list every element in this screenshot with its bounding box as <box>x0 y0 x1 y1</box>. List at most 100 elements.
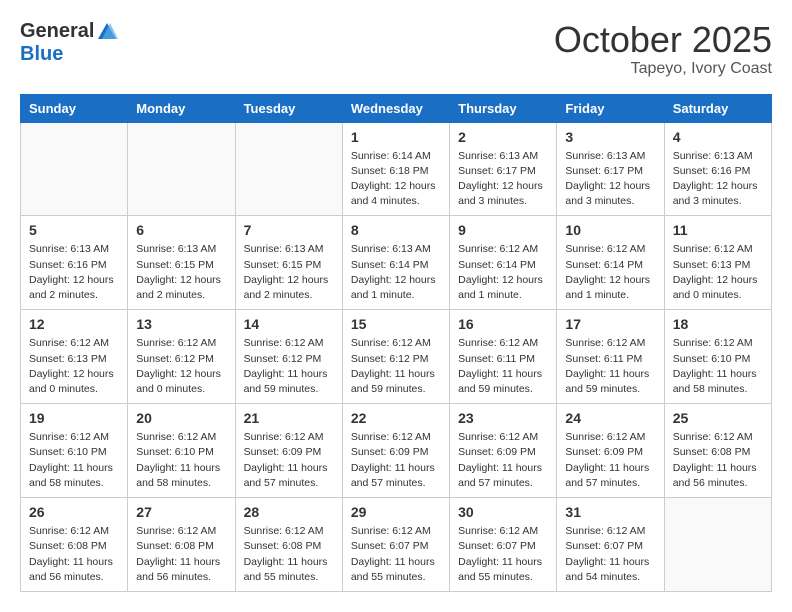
calendar-cell: 4Sunrise: 6:13 AM Sunset: 6:16 PM Daylig… <box>664 122 771 216</box>
day-number: 29 <box>351 504 441 520</box>
calendar-cell: 16 Sunrise: 6:12 AM Sunset: 6:11 PM Dayli… <box>450 310 557 404</box>
calendar-cell: 25Sunrise: 6:12 AM Sunset: 6:08 PM Dayli… <box>664 404 771 498</box>
day-info: Sunrise: 6:12 AM Sunset: 6:08 PM Dayligh… <box>29 524 119 585</box>
calendar-cell: 26 Sunrise: 6:12 AM Sunset: 6:08 PM Dayli… <box>21 498 128 592</box>
day-info: Sunrise: 6:13 AM Sunset: 6:16 PM Dayligh… <box>29 242 119 303</box>
calendar-cell: 27 Sunrise: 6:12 AM Sunset: 6:08 PM Dayli… <box>128 498 235 592</box>
day-number: 27 <box>136 504 226 520</box>
day-info: Sunrise: 6:12 AM Sunset: 6:12 PM Dayligh… <box>136 336 226 397</box>
day-number: 21 <box>244 410 334 426</box>
day-number: 9 <box>458 222 548 238</box>
day-number: 1 <box>351 129 441 145</box>
logo-blue-text: Blue <box>20 43 63 66</box>
day-info: Sunrise: 6:12 AM Sunset: 6:11 PM Dayligh… <box>458 336 548 397</box>
calendar-cell: 29 Sunrise: 6:12 AM Sunset: 6:07 PM Dayli… <box>342 498 449 592</box>
day-number: 11 <box>673 222 763 238</box>
page-header: General Blue October 2025 Tapeyo, Ivory … <box>20 20 772 78</box>
day-number: 3 <box>565 129 655 145</box>
day-number: 16 <box>458 316 548 332</box>
calendar-cell: 3 Sunrise: 6:13 AM Sunset: 6:17 PM Daylig… <box>557 122 664 216</box>
day-info: Sunrise: 6:12 AM Sunset: 6:14 PM Dayligh… <box>565 242 655 303</box>
day-number: 15 <box>351 316 441 332</box>
calendar-week-3: 12Sunrise: 6:12 AM Sunset: 6:13 PM Dayli… <box>21 310 772 404</box>
header-wednesday: Wednesday <box>342 94 449 122</box>
calendar-cell: 28Sunrise: 6:12 AM Sunset: 6:08 PM Dayli… <box>235 498 342 592</box>
calendar-cell <box>128 122 235 216</box>
calendar-cell: 2 Sunrise: 6:13 AM Sunset: 6:17 PM Daylig… <box>450 122 557 216</box>
calendar-week-2: 5Sunrise: 6:13 AM Sunset: 6:16 PM Daylig… <box>21 216 772 310</box>
day-info: Sunrise: 6:12 AM Sunset: 6:14 PM Dayligh… <box>458 242 548 303</box>
calendar-week-4: 19 Sunrise: 6:12 AM Sunset: 6:10 PM Dayli… <box>21 404 772 498</box>
day-info: Sunrise: 6:13 AM Sunset: 6:14 PM Dayligh… <box>351 242 441 303</box>
day-info: Sunrise: 6:12 AM Sunset: 6:07 PM Dayligh… <box>351 524 441 585</box>
calendar-cell: 6 Sunrise: 6:13 AM Sunset: 6:15 PM Daylig… <box>128 216 235 310</box>
day-info: Sunrise: 6:12 AM Sunset: 6:09 PM Dayligh… <box>565 430 655 491</box>
calendar-cell: 20Sunrise: 6:12 AM Sunset: 6:10 PM Dayli… <box>128 404 235 498</box>
day-number: 8 <box>351 222 441 238</box>
day-info: Sunrise: 6:13 AM Sunset: 6:17 PM Dayligh… <box>458 149 548 210</box>
calendar-cell: 18Sunrise: 6:12 AM Sunset: 6:10 PM Dayli… <box>664 310 771 404</box>
calendar-cell: 11Sunrise: 6:12 AM Sunset: 6:13 PM Dayli… <box>664 216 771 310</box>
day-number: 17 <box>565 316 655 332</box>
logo-icon <box>96 21 118 43</box>
calendar-cell: 24 Sunrise: 6:12 AM Sunset: 6:09 PM Dayli… <box>557 404 664 498</box>
calendar-cell: 31Sunrise: 6:12 AM Sunset: 6:07 PM Dayli… <box>557 498 664 592</box>
day-number: 13 <box>136 316 226 332</box>
day-number: 7 <box>244 222 334 238</box>
day-number: 20 <box>136 410 226 426</box>
calendar-cell: 10 Sunrise: 6:12 AM Sunset: 6:14 PM Dayli… <box>557 216 664 310</box>
calendar-cell: 13 Sunrise: 6:12 AM Sunset: 6:12 PM Dayli… <box>128 310 235 404</box>
logo: General Blue <box>20 20 118 66</box>
header-friday: Friday <box>557 94 664 122</box>
day-number: 4 <box>673 129 763 145</box>
header-sunday: Sunday <box>21 94 128 122</box>
day-number: 2 <box>458 129 548 145</box>
calendar-cell <box>664 498 771 592</box>
calendar-cell: 19 Sunrise: 6:12 AM Sunset: 6:10 PM Dayli… <box>21 404 128 498</box>
day-number: 23 <box>458 410 548 426</box>
calendar-week-1: 1 Sunrise: 6:14 AM Sunset: 6:18 PM Daylig… <box>21 122 772 216</box>
day-info: Sunrise: 6:14 AM Sunset: 6:18 PM Dayligh… <box>351 149 441 210</box>
day-info: Sunrise: 6:13 AM Sunset: 6:15 PM Dayligh… <box>244 242 334 303</box>
day-number: 6 <box>136 222 226 238</box>
calendar-cell: 14Sunrise: 6:12 AM Sunset: 6:12 PM Dayli… <box>235 310 342 404</box>
day-info: Sunrise: 6:13 AM Sunset: 6:15 PM Dayligh… <box>136 242 226 303</box>
calendar-cell <box>21 122 128 216</box>
calendar-cell: 23 Sunrise: 6:12 AM Sunset: 6:09 PM Dayli… <box>450 404 557 498</box>
day-number: 26 <box>29 504 119 520</box>
day-info: Sunrise: 6:12 AM Sunset: 6:12 PM Dayligh… <box>351 336 441 397</box>
calendar-header-row: Sunday Monday Tuesday Wednesday Thursday… <box>21 94 772 122</box>
header-thursday: Thursday <box>450 94 557 122</box>
day-number: 10 <box>565 222 655 238</box>
day-info: Sunrise: 6:12 AM Sunset: 6:07 PM Dayligh… <box>565 524 655 585</box>
calendar-cell: 1 Sunrise: 6:14 AM Sunset: 6:18 PM Daylig… <box>342 122 449 216</box>
day-number: 30 <box>458 504 548 520</box>
calendar-cell: 8 Sunrise: 6:13 AM Sunset: 6:14 PM Daylig… <box>342 216 449 310</box>
day-number: 28 <box>244 504 334 520</box>
calendar-cell: 5Sunrise: 6:13 AM Sunset: 6:16 PM Daylig… <box>21 216 128 310</box>
day-number: 22 <box>351 410 441 426</box>
calendar-cell: 17Sunrise: 6:12 AM Sunset: 6:11 PM Dayli… <box>557 310 664 404</box>
day-number: 12 <box>29 316 119 332</box>
logo-general-text: General <box>20 20 94 43</box>
day-info: Sunrise: 6:13 AM Sunset: 6:17 PM Dayligh… <box>565 149 655 210</box>
title-section: October 2025 Tapeyo, Ivory Coast <box>554 20 772 78</box>
calendar-table: Sunday Monday Tuesday Wednesday Thursday… <box>20 94 772 592</box>
day-info: Sunrise: 6:12 AM Sunset: 6:09 PM Dayligh… <box>458 430 548 491</box>
day-info: Sunrise: 6:12 AM Sunset: 6:10 PM Dayligh… <box>29 430 119 491</box>
day-info: Sunrise: 6:12 AM Sunset: 6:07 PM Dayligh… <box>458 524 548 585</box>
day-number: 19 <box>29 410 119 426</box>
calendar-cell <box>235 122 342 216</box>
day-number: 24 <box>565 410 655 426</box>
day-info: Sunrise: 6:12 AM Sunset: 6:08 PM Dayligh… <box>136 524 226 585</box>
month-title: October 2025 <box>554 20 772 60</box>
day-number: 25 <box>673 410 763 426</box>
day-number: 18 <box>673 316 763 332</box>
calendar-week-5: 26 Sunrise: 6:12 AM Sunset: 6:08 PM Dayli… <box>21 498 772 592</box>
location: Tapeyo, Ivory Coast <box>554 60 772 78</box>
calendar-cell: 9 Sunrise: 6:12 AM Sunset: 6:14 PM Daylig… <box>450 216 557 310</box>
calendar-cell: 7 Sunrise: 6:13 AM Sunset: 6:15 PM Daylig… <box>235 216 342 310</box>
header-tuesday: Tuesday <box>235 94 342 122</box>
day-info: Sunrise: 6:12 AM Sunset: 6:09 PM Dayligh… <box>351 430 441 491</box>
calendar-cell: 30 Sunrise: 6:12 AM Sunset: 6:07 PM Dayli… <box>450 498 557 592</box>
